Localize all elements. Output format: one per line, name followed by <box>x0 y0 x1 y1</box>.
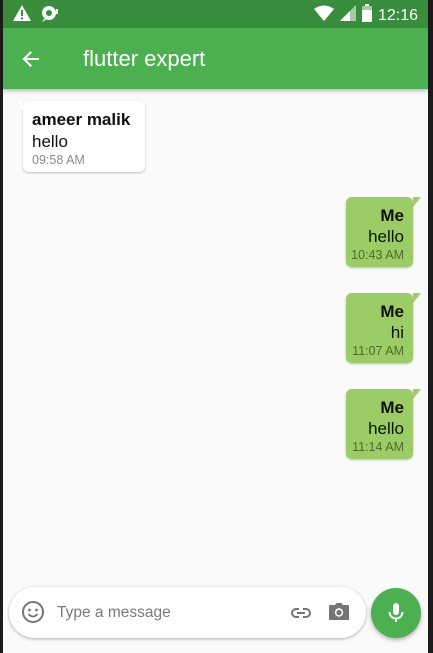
message-time: 10:43 AM <box>351 248 404 262</box>
message-time: 11:07 AM <box>352 344 404 358</box>
message-sender: Me <box>380 302 404 321</box>
message-bubble-outgoing[interactable]: Me hi 11:07 AM <box>346 293 421 363</box>
bubble-tail <box>413 293 421 303</box>
bubble-tail <box>15 101 23 111</box>
message-time: 11:14 AM <box>352 440 404 454</box>
bubble-tail <box>413 197 421 207</box>
message-time: 09:58 AM <box>32 153 85 167</box>
message-bubble-outgoing[interactable]: Me hello 10:43 AM <box>346 197 421 267</box>
message-text: hello <box>368 419 404 438</box>
battery-icon <box>361 4 372 27</box>
bubble-tail <box>413 389 421 399</box>
chat-title: flutter expert <box>83 46 206 71</box>
message-sender: Me <box>380 398 404 417</box>
mic-button[interactable] <box>371 588 421 638</box>
warning-icon <box>13 5 31 28</box>
arrow-back-icon <box>17 51 45 77</box>
message-bubble-outgoing[interactable]: Me hello 11:14 AM <box>346 389 421 459</box>
back-button[interactable] <box>17 45 45 73</box>
signal-icon <box>339 5 356 26</box>
link-icon <box>289 608 313 629</box>
message-text: hi <box>390 323 404 342</box>
app-bar: flutter expert <box>3 28 428 89</box>
message-input[interactable] <box>55 599 279 627</box>
message-composer <box>9 587 366 638</box>
notification-icon <box>41 5 59 28</box>
message-bubble-incoming[interactable]: ameer malik hello 09:58 AM <box>15 101 145 172</box>
status-right-icons: 12:16 <box>313 4 418 27</box>
message-sender: Me <box>380 206 404 225</box>
emoji-button[interactable] <box>21 600 45 624</box>
wifi-icon <box>313 5 334 26</box>
attach-button[interactable] <box>289 601 313 625</box>
chat-screen: 12:16 flutter expert ameer malik hello 0… <box>3 0 428 653</box>
emoji-icon <box>21 601 45 628</box>
message-list[interactable]: ameer malik hello 09:58 AM Me hello 10:4… <box>3 89 428 579</box>
message-text: hello <box>368 227 404 246</box>
status-left-icons <box>13 5 59 28</box>
status-bar: 12:16 <box>3 0 428 28</box>
message-text: hello <box>32 132 68 151</box>
status-time: 12:16 <box>377 6 418 24</box>
camera-icon <box>327 603 351 628</box>
camera-button[interactable] <box>327 600 351 624</box>
message-sender: ameer malik <box>32 110 131 129</box>
